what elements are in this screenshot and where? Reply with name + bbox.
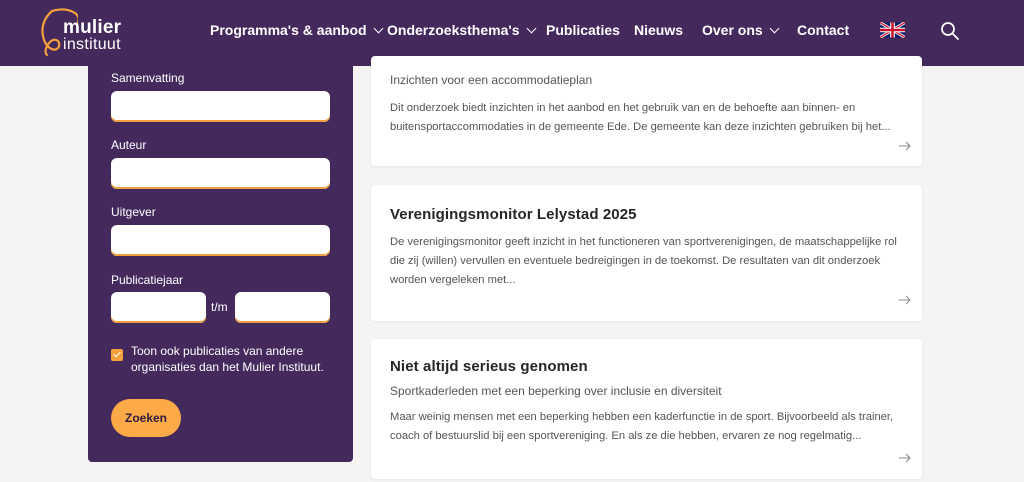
result-subtitle: Sportkaderleden met een beperking over i… (390, 384, 722, 398)
nav-label: Onderzoeksthema's (387, 22, 520, 38)
uk-flag-icon[interactable] (880, 22, 905, 38)
search-icon[interactable] (940, 21, 960, 41)
filter-panel: Samenvatting Auteur Uitgever Publicatiej… (88, 66, 353, 462)
publisher-input[interactable] (111, 225, 330, 256)
nav-item-programmas[interactable]: Programma's & aanbod (210, 22, 384, 38)
result-description: Maar weinig mensen met een beperking heb… (390, 411, 894, 442)
mulier-logo[interactable]: mulier instituut (38, 8, 138, 58)
nav-item-onderzoeksthemas[interactable]: Onderzoeksthema's (387, 22, 536, 38)
nav-item-publicaties[interactable]: Publicaties (546, 22, 620, 38)
include-external-checkbox[interactable] (111, 349, 123, 361)
search-button[interactable]: Zoeken (111, 399, 181, 437)
author-label: Auteur (111, 138, 147, 152)
nav-label: Publicaties (546, 22, 620, 38)
result-title[interactable]: Verenigingsmonitor Lelystad 2025 (390, 206, 637, 223)
result-description: De verenigingsmonitor geeft inzicht in h… (390, 236, 897, 286)
summary-label: Samenvatting (111, 71, 185, 85)
year-label: Publicatiejaar (111, 273, 184, 287)
chevron-down-icon (526, 23, 536, 33)
result-card[interactable]: Inzichten voor een accommodatieplan Dit … (371, 56, 922, 166)
result-card[interactable]: Niet altijd serieus genomen Sportkaderle… (371, 339, 922, 479)
nav-label: Programma's & aanbod (210, 22, 367, 38)
nav-item-over-ons[interactable]: Over ons (702, 22, 780, 38)
include-external-label[interactable]: Toon ook publicaties van andere organisa… (131, 343, 336, 375)
author-input[interactable] (111, 158, 330, 189)
year-to-input[interactable] (235, 292, 330, 323)
chevron-down-icon (769, 23, 780, 33)
publisher-label: Uitgever (111, 205, 156, 219)
nav-item-contact[interactable]: Contact (797, 22, 849, 38)
result-description: Dit onderzoek biedt inzichten in het aan… (390, 102, 891, 133)
arrow-right-icon[interactable] (898, 453, 912, 463)
nav-label: Over ons (702, 22, 763, 38)
year-separator: t/m (211, 300, 228, 314)
year-from-input[interactable] (111, 292, 206, 323)
logo-text-instituut: instituut (63, 36, 121, 53)
arrow-right-icon[interactable] (898, 295, 912, 305)
result-title[interactable]: Niet altijd serieus genomen (390, 358, 588, 375)
result-subtitle: Inzichten voor een accommodatieplan (390, 73, 593, 87)
nav-label: Contact (797, 22, 850, 38)
result-card[interactable]: Verenigingsmonitor Lelystad 2025 De vere… (371, 185, 922, 321)
chevron-down-icon (373, 23, 384, 33)
nav-label: Nieuws (634, 22, 684, 38)
nav-item-nieuws[interactable]: Nieuws (634, 22, 683, 38)
summary-input[interactable] (111, 91, 330, 122)
arrow-right-icon[interactable] (898, 141, 912, 151)
